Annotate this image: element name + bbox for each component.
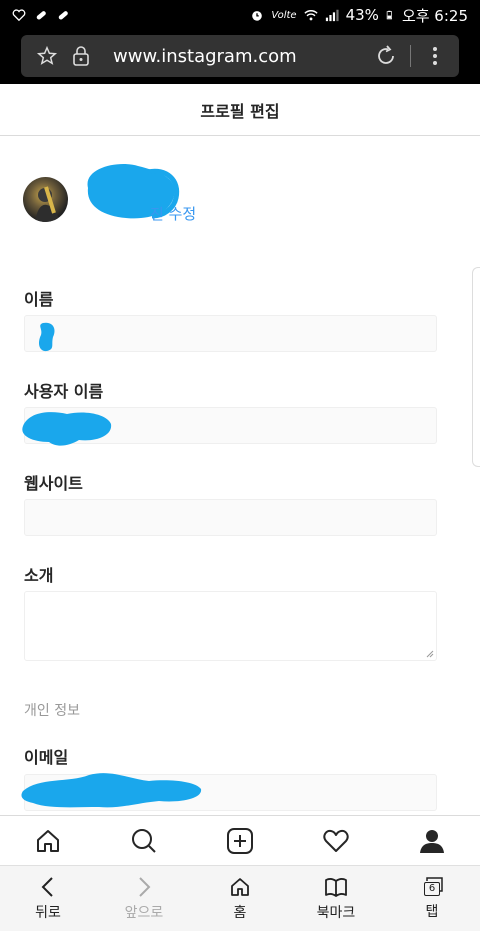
website-input[interactable] (24, 499, 437, 536)
browser-toolbar: www.instagram.com (0, 30, 480, 84)
forward-button[interactable]: 앞으로 (104, 876, 184, 922)
forward-label: 앞으로 (124, 904, 164, 921)
home-button[interactable]: 홈 (200, 876, 280, 922)
home-icon (231, 877, 249, 896)
book-icon (325, 877, 347, 897)
status-bar: Volte 43% 오후 6:25 (0, 0, 480, 30)
chevron-left-icon (41, 876, 53, 897)
avatar[interactable] (23, 177, 68, 222)
profile-icon (420, 829, 444, 853)
username-input[interactable] (22, 407, 437, 446)
heart-outline-icon (12, 9, 26, 22)
bio-label: 소개 (24, 566, 54, 585)
page-title: 프로필 편집 (200, 101, 280, 121)
pill-icon (36, 11, 46, 20)
scrollbar[interactable] (472, 267, 480, 467)
divider (410, 45, 411, 67)
more-options-icon[interactable] (421, 42, 449, 70)
alarm-icon (252, 11, 263, 21)
clock: 오후 6:25 (401, 6, 468, 25)
pill-icon (58, 11, 68, 20)
name-label: 이름 (24, 290, 54, 309)
star-icon[interactable] (33, 42, 61, 70)
home-tab[interactable] (24, 817, 72, 865)
private-info-heading: 개인 정보 (24, 703, 80, 719)
instagram-tab-bar (0, 815, 480, 865)
chevron-right-icon (139, 876, 151, 897)
reload-icon[interactable] (372, 42, 400, 70)
address-bar[interactable]: www.instagram.com (21, 35, 459, 77)
home-label: 홈 (233, 904, 247, 921)
website-label: 웹사이트 (24, 474, 83, 493)
heart-icon (323, 829, 349, 852)
name-input[interactable] (24, 315, 437, 352)
redaction-scribble (21, 773, 202, 808)
activity-tab[interactable] (312, 817, 360, 865)
lock-icon[interactable] (67, 42, 95, 70)
browser-bottom-nav: 뒤로 앞으로 홈 북마크 6 탭 (0, 865, 480, 931)
resize-handle-icon[interactable] (426, 650, 434, 658)
volte-label: Volte (271, 9, 297, 21)
page-header: 프로필 편집 (0, 84, 480, 136)
username-label: 사용자 이름 (24, 382, 104, 401)
email-label: 이메일 (24, 748, 69, 767)
bio-textarea[interactable] (24, 591, 437, 661)
back-button[interactable]: 뒤로 (8, 876, 88, 922)
tabs-label: 탭 (425, 903, 439, 920)
change-photo-link[interactable]: 진 수정 (150, 203, 196, 224)
edit-profile-form: 진 수정 이름 사용자 이름 웹사이트 소개 개인 정보 이메일 (0, 136, 480, 815)
url-text[interactable]: www.instagram.com (113, 46, 297, 67)
battery-percent: 43% (345, 6, 379, 24)
new-post-tab[interactable] (216, 817, 264, 865)
battery-icon (386, 10, 392, 20)
tabs-button[interactable]: 6 탭 (392, 876, 472, 921)
bookmarks-label: 북마크 (316, 904, 356, 921)
add-post-icon (227, 827, 253, 854)
search-tab[interactable] (120, 817, 168, 865)
tabs-icon: 6 (421, 876, 443, 897)
signal-icon (325, 9, 339, 22)
profile-tab[interactable] (408, 817, 456, 865)
redaction-scribble (39, 322, 55, 352)
home-icon (37, 829, 59, 852)
redaction-scribble (22, 412, 112, 446)
tab-count: 6 (424, 881, 440, 896)
back-label: 뒤로 (35, 904, 61, 921)
bookmarks-button[interactable]: 북마크 (296, 876, 376, 922)
wifi-icon (303, 10, 318, 21)
email-input[interactable] (21, 773, 437, 811)
search-icon (132, 828, 156, 853)
